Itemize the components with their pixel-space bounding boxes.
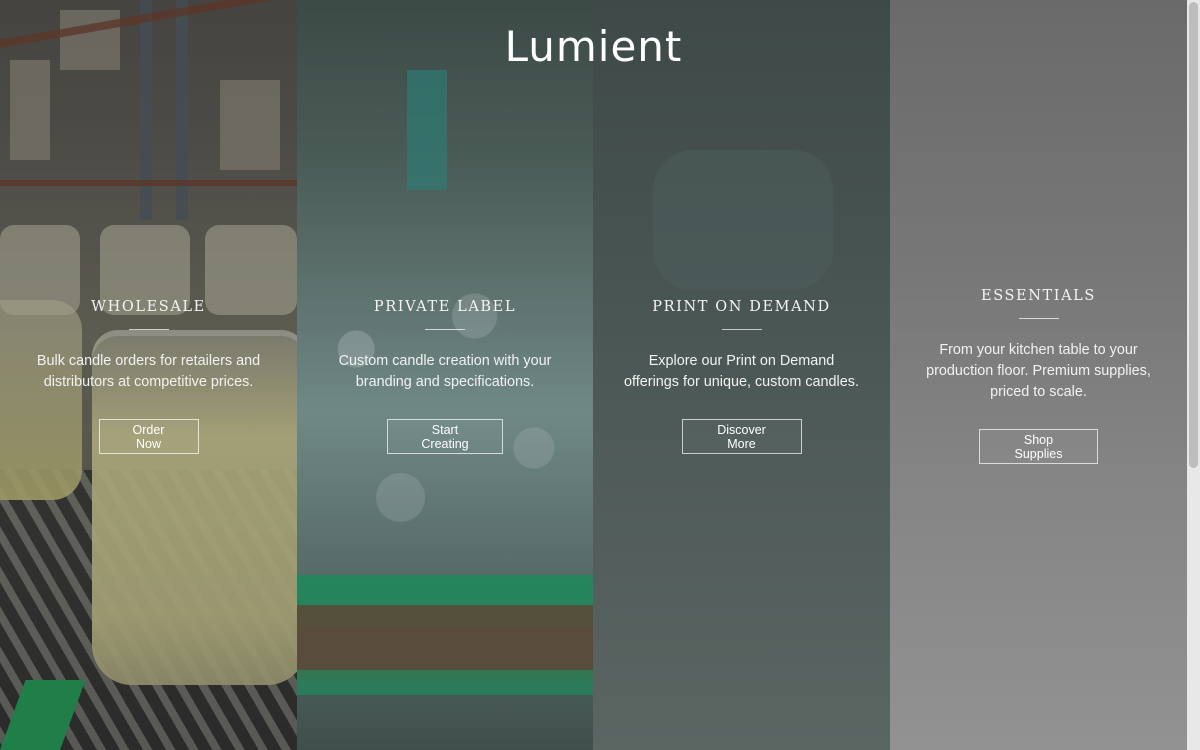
- panel-print-on-demand[interactable]: PRINT ON DEMAND Explore our Print on Dem…: [593, 0, 890, 750]
- panel-description: Explore our Print on Demand offerings fo…: [624, 353, 859, 390]
- brand-logo[interactable]: Lumient: [0, 22, 1187, 71]
- hero-panels: WHOLESALE Bulk candle orders for retaile…: [0, 0, 1187, 750]
- panel-essentials[interactable]: ESSENTIALS From your kitchen table to yo…: [890, 0, 1187, 750]
- heading-divider: [1018, 318, 1059, 319]
- scrollbar-thumb[interactable]: [1189, 2, 1198, 468]
- panel-private-label[interactable]: PRIVATE LABEL Custom candle creation wit…: [297, 0, 593, 750]
- heading-divider: [425, 329, 465, 330]
- blurred-shape: [653, 150, 833, 290]
- order-now-button[interactable]: Order Now: [98, 419, 199, 454]
- page-scrollbar[interactable]: [1187, 0, 1200, 750]
- panel-content: WHOLESALE Bulk candle orders for retaile…: [0, 298, 297, 454]
- panel-description: From your kitchen table to your producti…: [926, 342, 1151, 400]
- panel-content: PRINT ON DEMAND Explore our Print on Dem…: [593, 298, 890, 454]
- start-creating-button[interactable]: Start Creating: [387, 419, 503, 454]
- panel-heading: PRIVATE LABEL: [373, 299, 517, 315]
- panel-description: Custom candle creation with your brandin…: [338, 353, 552, 390]
- panel-heading: ESSENTIALS: [981, 288, 1096, 304]
- heading-divider: [721, 329, 762, 330]
- panel-description: Bulk candle orders for retailers and dis…: [36, 353, 261, 390]
- brown-band: [297, 605, 593, 680]
- machine-part: [407, 70, 447, 190]
- shop-supplies-button[interactable]: Shop Supplies: [979, 429, 1098, 464]
- discover-more-button[interactable]: Discover More: [681, 419, 802, 454]
- heading-divider: [128, 329, 169, 330]
- panel-heading: WHOLESALE: [91, 299, 206, 315]
- panel-content: ESSENTIALS From your kitchen table to yo…: [890, 287, 1187, 464]
- green-band: [297, 670, 593, 695]
- panel-heading: PRINT ON DEMAND: [652, 299, 831, 315]
- panel-content: PRIVATE LABEL Custom candle creation wit…: [297, 298, 593, 454]
- panel-wholesale[interactable]: WHOLESALE Bulk candle orders for retaile…: [0, 0, 297, 750]
- logo-text: Lumient: [504, 22, 683, 71]
